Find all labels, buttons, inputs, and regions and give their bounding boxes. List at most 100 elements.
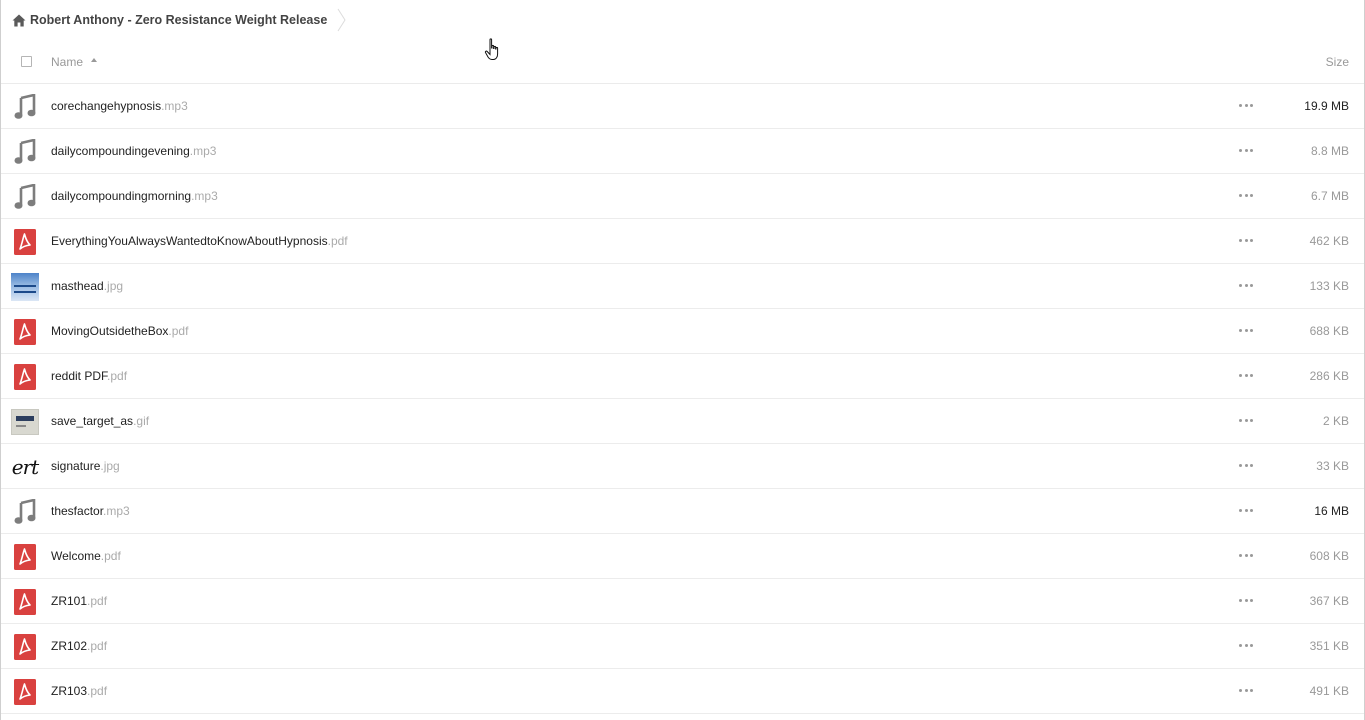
more-actions-icon[interactable] <box>1239 149 1253 153</box>
file-size: 351 KB <box>1309 639 1349 653</box>
file-browser: Robert Anthony - Zero Resistance Weight … <box>0 0 1365 720</box>
file-extension: .mp3 <box>161 99 188 113</box>
file-row[interactable]: corechangehypnosis.mp3 19.9 MB <box>1 84 1364 129</box>
size-column-header[interactable]: Size <box>1326 55 1349 69</box>
file-size: 6.7 MB <box>1310 189 1349 203</box>
file-basename: ZR101 <box>51 594 88 608</box>
file-name[interactable]: MovingOutsidetheBox.pdf <box>51 324 188 338</box>
file-extension: .pdf <box>87 639 108 653</box>
home-icon[interactable] <box>12 14 26 27</box>
file-extension: .gif <box>133 414 150 428</box>
file-row[interactable]: EverythingYouAlwaysWantedtoKnowAboutHypn… <box>1 219 1364 264</box>
file-extension: .mp3 <box>103 504 130 518</box>
file-basename: dailycompoundingmorning <box>51 189 192 203</box>
file-basename: masthead <box>51 279 104 293</box>
file-row[interactable]: ZR103.pdf 491 KB <box>1 669 1364 714</box>
file-row[interactable]: dailycompoundingmorning.mp3 6.7 MB <box>1 174 1364 219</box>
pdf-icon <box>11 228 39 256</box>
file-row[interactable]: ZR101.pdf 367 KB <box>1 579 1364 624</box>
file-size: 33 KB <box>1316 459 1349 473</box>
file-extension: .pdf <box>168 324 189 338</box>
file-name[interactable]: ZR102.pdf <box>51 639 107 653</box>
file-extension: .pdf <box>327 234 348 248</box>
file-extension: .pdf <box>87 684 108 698</box>
pdf-icon <box>11 543 39 571</box>
select-all-checkbox[interactable] <box>21 56 32 67</box>
file-row[interactable]: masthead.jpg 133 KB <box>1 264 1364 309</box>
more-actions-icon[interactable] <box>1239 509 1253 513</box>
file-extension: .jpg <box>103 279 124 293</box>
pdf-icon <box>11 588 39 616</box>
file-extension: .jpg <box>100 459 120 473</box>
file-name[interactable]: EverythingYouAlwaysWantedtoKnowAboutHypn… <box>51 234 348 248</box>
file-row[interactable]: dailycompoundingevening.mp3 8.8 MB <box>1 129 1364 174</box>
file-name[interactable]: dailycompoundingevening.mp3 <box>51 144 216 158</box>
more-actions-icon[interactable] <box>1239 284 1253 288</box>
hand-cursor-icon <box>484 38 499 60</box>
file-size: 19.9 MB <box>1304 99 1349 113</box>
file-basename: MovingOutsidetheBox <box>51 324 169 338</box>
more-actions-icon[interactable] <box>1239 644 1253 648</box>
file-row[interactable]: ZR102.pdf 351 KB <box>1 624 1364 669</box>
file-name[interactable]: save_target_as.gif <box>51 414 149 428</box>
file-name[interactable]: masthead.jpg <box>51 279 123 293</box>
file-name[interactable]: corechangehypnosis.mp3 <box>51 99 188 113</box>
breadcrumb-current-folder[interactable]: Robert Anthony - Zero Resistance Weight … <box>30 13 327 27</box>
more-actions-icon[interactable] <box>1239 554 1253 558</box>
file-size: 16 MB <box>1314 504 1349 518</box>
file-size: 133 KB <box>1309 279 1349 293</box>
more-actions-icon[interactable] <box>1239 464 1253 468</box>
file-size: 8.8 MB <box>1310 144 1349 158</box>
file-extension: .mp3 <box>191 189 218 203</box>
more-actions-icon[interactable] <box>1239 194 1253 198</box>
signature-thumbnail-icon: ert <box>11 455 39 479</box>
pdf-icon <box>11 363 39 391</box>
name-column-header[interactable]: Name <box>51 55 83 69</box>
file-size: 462 KB <box>1309 234 1349 248</box>
file-extension: .mp3 <box>189 144 217 158</box>
file-row[interactable]: Welcome.pdf 608 KB <box>1 534 1364 579</box>
file-size: 2 KB <box>1322 414 1349 428</box>
file-row[interactable]: reddit PDF.pdf 286 KB <box>1 354 1364 399</box>
file-row[interactable]: thesfactor.mp3 16 MB <box>1 489 1364 534</box>
image-thumbnail-icon <box>11 408 39 436</box>
file-list-header: Name Size <box>1 40 1364 84</box>
pdf-icon <box>11 633 39 661</box>
more-actions-icon[interactable] <box>1239 419 1253 423</box>
more-actions-icon[interactable] <box>1239 329 1253 333</box>
file-list: corechangehypnosis.mp3 19.9 MB dailycompou… <box>1 84 1364 714</box>
pdf-icon <box>11 318 39 346</box>
file-size: 491 KB <box>1309 684 1349 698</box>
music-note-icon <box>11 93 39 121</box>
sort-ascending-icon[interactable] <box>91 58 97 62</box>
more-actions-icon[interactable] <box>1239 374 1253 378</box>
file-size: 608 KB <box>1309 549 1349 563</box>
more-actions-icon[interactable] <box>1239 239 1253 243</box>
breadcrumb-separator-icon <box>337 8 347 32</box>
music-note-icon <box>11 138 39 166</box>
file-basename: ZR103 <box>51 684 88 698</box>
file-extension: .pdf <box>100 549 121 563</box>
file-name[interactable]: ZR103.pdf <box>51 684 107 698</box>
file-name[interactable]: ZR101.pdf <box>51 594 107 608</box>
file-row[interactable]: save_target_as.gif 2 KB <box>1 399 1364 444</box>
music-note-icon <box>11 183 39 211</box>
file-row[interactable]: MovingOutsidetheBox.pdf 688 KB <box>1 309 1364 354</box>
file-basename: save_target_as <box>51 414 134 428</box>
file-basename: EverythingYouAlwaysWantedtoKnowAboutHypn… <box>51 234 328 248</box>
file-name[interactable]: Welcome.pdf <box>51 549 121 563</box>
file-row[interactable]: ert signature.jpg 33 KB <box>1 444 1364 489</box>
file-name[interactable]: signature.jpg <box>51 459 120 473</box>
file-name[interactable]: dailycompoundingmorning.mp3 <box>51 189 218 203</box>
more-actions-icon[interactable] <box>1239 689 1253 693</box>
music-note-icon <box>11 498 39 526</box>
file-basename: thesfactor <box>51 504 104 518</box>
more-actions-icon[interactable] <box>1239 104 1253 108</box>
more-actions-icon[interactable] <box>1239 599 1253 603</box>
file-basename: ZR102 <box>51 639 88 653</box>
file-extension: .pdf <box>87 594 108 608</box>
file-name[interactable]: reddit PDF.pdf <box>51 369 127 383</box>
file-size: 286 KB <box>1309 369 1349 383</box>
file-name[interactable]: thesfactor.mp3 <box>51 504 130 518</box>
file-basename: corechangehypnosis <box>51 99 162 113</box>
